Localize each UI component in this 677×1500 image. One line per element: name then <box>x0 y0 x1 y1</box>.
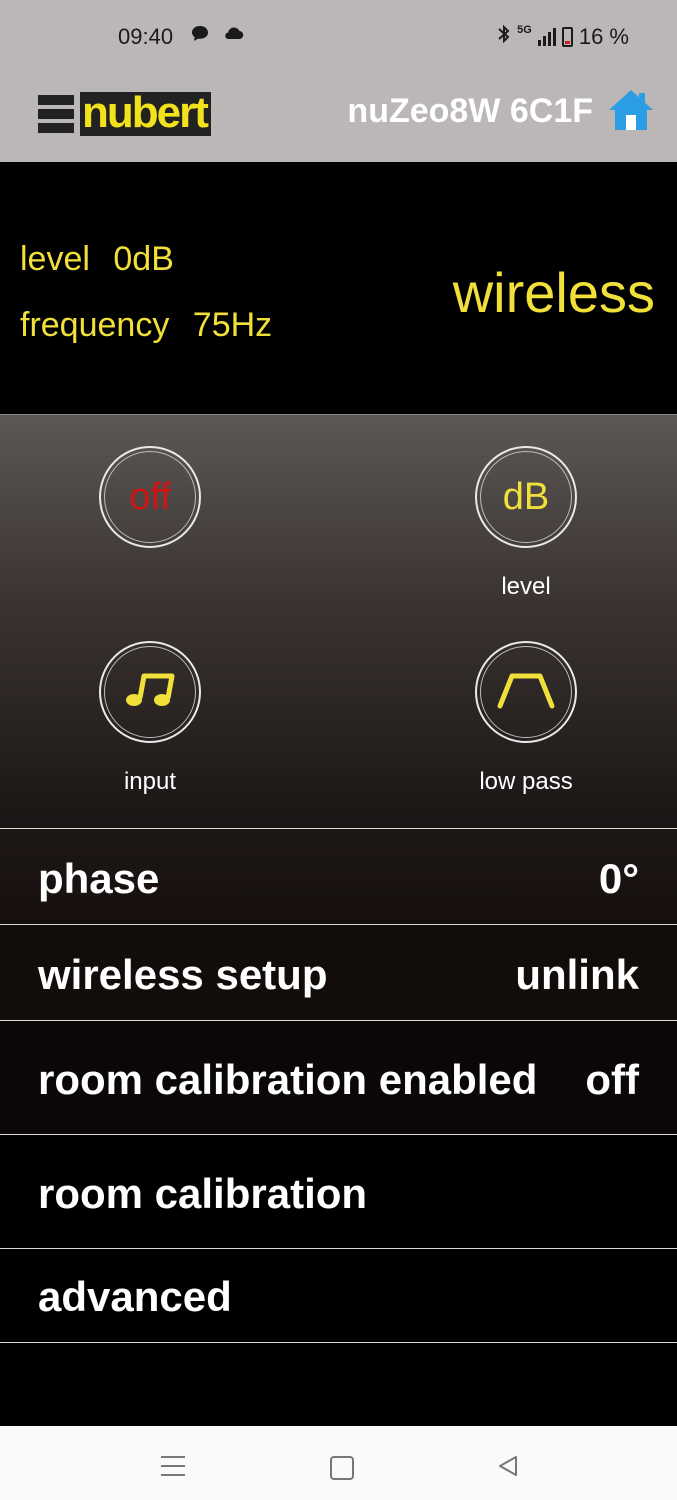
signal-icon <box>537 28 556 46</box>
level-readout: level 0dB <box>20 240 174 279</box>
advanced-row[interactable]: advanced <box>0 1248 677 1343</box>
wireless-setup-value: unlink <box>515 951 639 998</box>
message-icon <box>190 24 210 49</box>
input-button-label: input <box>123 768 177 795</box>
battery-percent: 16 % <box>578 24 629 49</box>
bluetooth-icon <box>497 24 511 50</box>
status-time: 09:40 <box>118 24 174 49</box>
room-calibration-enabled-row[interactable]: room calibration enabled off <box>0 1020 677 1134</box>
frequency-readout: frequency 75Hz <box>20 306 272 345</box>
battery-icon <box>561 27 573 47</box>
phase-row[interactable]: phase 0° <box>0 828 677 924</box>
room-calibration-enabled-label: room calibration enabled <box>38 1056 538 1103</box>
logo-wordmark: nubert <box>80 91 211 136</box>
level-label: level <box>20 240 90 278</box>
frequency-label: frequency <box>20 306 170 344</box>
status-right: 5G 16 % <box>497 24 629 50</box>
status-bar: 09:40 5G 16 % <box>0 0 677 72</box>
level-button[interactable]: dB <box>475 446 577 548</box>
low-pass-filter-icon <box>494 670 558 715</box>
room-calibration-enabled-value: off <box>585 1056 639 1103</box>
home-icon[interactable] <box>607 88 655 132</box>
nav-home-icon[interactable] <box>330 1456 354 1480</box>
recent-apps-icon[interactable] <box>161 1456 185 1483</box>
advanced-label: advanced <box>38 1273 232 1320</box>
music-note-icon <box>120 668 180 717</box>
logo-bars-icon <box>38 95 74 133</box>
power-off-button[interactable]: off <box>99 446 201 548</box>
input-button[interactable] <box>99 641 201 743</box>
controls-panel: off dB level input low pass <box>0 414 677 829</box>
network-type: 5G <box>517 24 532 36</box>
back-icon[interactable] <box>496 1454 520 1483</box>
device-name: nuZeo8W 6C1F <box>347 92 593 130</box>
info-panel: level 0dB frequency 75Hz wireless <box>0 162 677 414</box>
wireless-setup-label: wireless setup <box>38 951 328 998</box>
system-nav-bar <box>0 1426 677 1500</box>
nubert-logo: nubert <box>38 91 211 136</box>
low-pass-button[interactable] <box>475 641 577 743</box>
power-state-text: off <box>129 475 171 518</box>
room-calibration-row[interactable]: room calibration <box>0 1134 677 1248</box>
input-mode: wireless <box>452 261 655 324</box>
phase-label: phase <box>38 855 160 902</box>
cloud-icon <box>222 24 244 47</box>
level-button-text: dB <box>502 475 550 518</box>
level-value: 0dB <box>113 240 174 278</box>
wireless-setup-row[interactable]: wireless setup unlink <box>0 924 677 1020</box>
level-button-label: level <box>501 573 551 600</box>
phase-value: 0° <box>598 855 639 902</box>
frequency-value: 75Hz <box>192 306 273 344</box>
low-pass-button-label: low pass <box>479 768 573 795</box>
room-calibration-label: room calibration <box>38 1170 368 1217</box>
